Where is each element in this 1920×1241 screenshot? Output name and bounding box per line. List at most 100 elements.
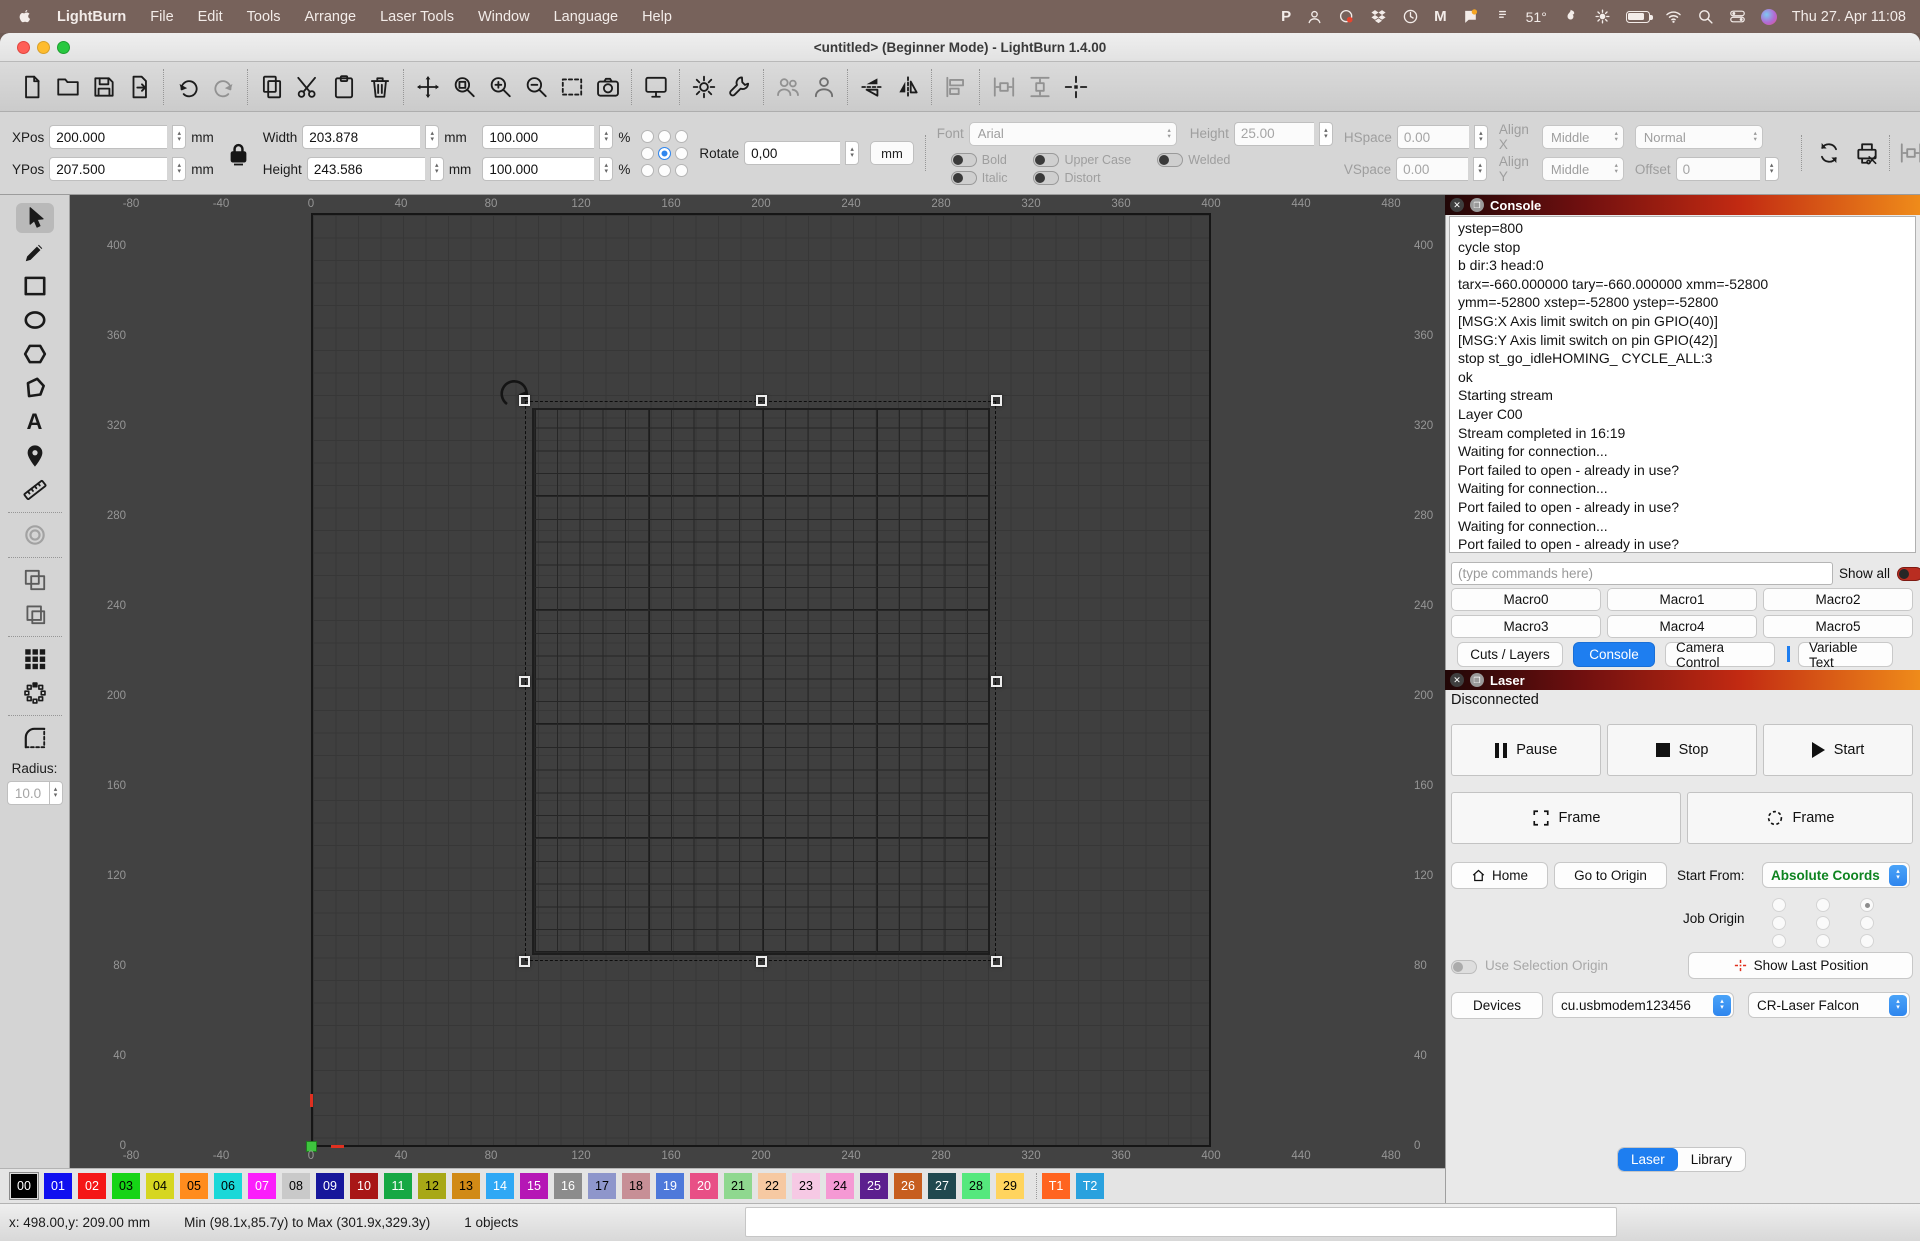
- palette-swatch-11[interactable]: 11: [384, 1173, 412, 1199]
- redo-icon[interactable]: [207, 70, 240, 103]
- palette-swatch-29[interactable]: 29: [996, 1173, 1024, 1199]
- palette-swatch-12[interactable]: 12: [418, 1173, 446, 1199]
- apple-menu-icon[interactable]: [16, 8, 33, 25]
- palette-swatch-19[interactable]: 19: [656, 1173, 684, 1199]
- palette-swatch-t2[interactable]: T2: [1076, 1173, 1104, 1199]
- stepper-icon[interactable]: [1318, 121, 1333, 146]
- tab-laser[interactable]: Laser: [1618, 1148, 1678, 1171]
- menu-item-help[interactable]: Help: [642, 9, 672, 25]
- battery-icon[interactable]: [1625, 10, 1653, 23]
- stepper-icon[interactable]: [429, 157, 444, 181]
- notification-icon[interactable]: [1462, 8, 1479, 25]
- pan-icon[interactable]: [411, 70, 444, 103]
- palette-swatch-25[interactable]: 25: [860, 1173, 888, 1199]
- palette-swatch-09[interactable]: 09: [316, 1173, 344, 1199]
- palette-swatch-13[interactable]: 13: [452, 1173, 480, 1199]
- go-to-origin-button[interactable]: Go to Origin: [1554, 862, 1667, 889]
- selection-handle[interactable]: [519, 956, 530, 967]
- stepper-icon[interactable]: [172, 125, 187, 149]
- menu-item-arrange[interactable]: Arrange: [305, 9, 357, 25]
- palette-swatch-10[interactable]: 10: [350, 1173, 378, 1199]
- palette-swatch-21[interactable]: 21: [724, 1173, 752, 1199]
- palette-swatch-01[interactable]: 01: [44, 1173, 72, 1199]
- align-y-select[interactable]: Middle: [1541, 157, 1624, 181]
- copy-icon[interactable]: [255, 70, 288, 103]
- palette-swatch-03[interactable]: 03: [112, 1173, 140, 1199]
- palette-swatch-23[interactable]: 23: [792, 1173, 820, 1199]
- align-x-select[interactable]: Middle: [1542, 125, 1624, 149]
- macro-button-macro4[interactable]: Macro4: [1607, 615, 1757, 638]
- save-icon[interactable]: [87, 70, 120, 103]
- palette-swatch-t1[interactable]: T1: [1042, 1173, 1070, 1199]
- stepper-icon[interactable]: [425, 125, 440, 149]
- palette-swatch-28[interactable]: 28: [962, 1173, 990, 1199]
- selection-frame[interactable]: [500, 380, 1002, 967]
- settings-icon[interactable]: [687, 70, 720, 103]
- float-dock-icon[interactable]: ❐: [1470, 673, 1484, 687]
- delete-icon[interactable]: [363, 70, 396, 103]
- close-dock-icon[interactable]: ✕: [1450, 673, 1464, 687]
- dropbox-icon[interactable]: [1370, 8, 1387, 25]
- palette-swatch-02[interactable]: 02: [78, 1173, 106, 1199]
- tab-library[interactable]: Library: [1678, 1148, 1745, 1171]
- selection-handle[interactable]: [755, 956, 767, 967]
- macro-button-macro3[interactable]: Macro3: [1451, 615, 1601, 638]
- font-height-input[interactable]: [1233, 121, 1314, 146]
- palette-swatch-17[interactable]: 17: [588, 1173, 616, 1199]
- move-to-position-icon[interactable]: [1059, 70, 1092, 103]
- stop-button[interactable]: Stop: [1607, 724, 1757, 776]
- new-file-icon[interactable]: [15, 70, 48, 103]
- text-style-select[interactable]: Normal: [1634, 125, 1763, 149]
- camera-capture-icon[interactable]: [591, 70, 624, 103]
- radius-input[interactable]: [6, 781, 49, 805]
- stepper-icon[interactable]: [1473, 157, 1488, 181]
- palette-swatch-15[interactable]: 15: [520, 1173, 548, 1199]
- tab-camera-control[interactable]: Camera Control: [1665, 640, 1775, 670]
- zoom-in-icon[interactable]: [483, 70, 516, 103]
- pause-button[interactable]: Pause: [1451, 724, 1601, 776]
- palette-swatch-07[interactable]: 07: [248, 1173, 276, 1199]
- welded-toggle[interactable]: [1157, 153, 1184, 167]
- sync-icon[interactable]: [1813, 137, 1846, 170]
- pastebin-icon[interactable]: P: [1281, 8, 1291, 25]
- job-origin-radio[interactable]: [1860, 934, 1874, 948]
- tab-cuts-layers[interactable]: Cuts / Layers: [1457, 642, 1563, 667]
- wifi-icon[interactable]: [1665, 8, 1682, 25]
- stepper-icon[interactable]: [1764, 157, 1779, 181]
- ypos-input[interactable]: [49, 157, 168, 181]
- menu-item-tools[interactable]: Tools: [247, 9, 281, 25]
- siri-icon[interactable]: [1760, 8, 1777, 25]
- vspace-input[interactable]: [1396, 157, 1469, 181]
- start-button[interactable]: Start: [1763, 724, 1913, 776]
- zoom-to-page-icon[interactable]: [447, 70, 480, 103]
- thermometer-icon[interactable]: [1494, 8, 1511, 25]
- zoom-out-icon[interactable]: [519, 70, 552, 103]
- tab-console[interactable]: Console: [1573, 642, 1655, 667]
- palette-swatch-16[interactable]: 16: [554, 1173, 582, 1199]
- edit-text-tool-icon[interactable]: A: [16, 407, 54, 437]
- search-icon[interactable]: [1697, 8, 1714, 25]
- console-command-input[interactable]: [1451, 562, 1833, 585]
- palette-swatch-14[interactable]: 14: [486, 1173, 514, 1199]
- open-file-icon[interactable]: [51, 70, 84, 103]
- group-icon[interactable]: [771, 70, 804, 103]
- measure-tool-icon[interactable]: [16, 475, 54, 505]
- selection-handle[interactable]: [991, 956, 1002, 967]
- job-origin-radio[interactable]: [1816, 934, 1830, 948]
- clock-icon[interactable]: [1402, 8, 1419, 25]
- devices-button[interactable]: Devices: [1451, 992, 1543, 1019]
- bold-toggle[interactable]: [950, 153, 977, 167]
- use-selection-origin-toggle[interactable]: [1451, 960, 1477, 974]
- distribute-horizontal-icon[interactable]: [987, 70, 1020, 103]
- stepper-icon[interactable]: [172, 157, 187, 181]
- stepper-icon[interactable]: [48, 781, 63, 805]
- palette-swatch-06[interactable]: 06: [214, 1173, 242, 1199]
- user-status-icon[interactable]: [1306, 8, 1323, 25]
- console-log[interactable]: ystep=800 cycle stop b dir:3 head:0 tarx=-6…: [1449, 216, 1916, 553]
- show-all-toggle[interactable]: [1897, 567, 1920, 581]
- select-tool-icon[interactable]: [15, 203, 54, 233]
- align-icon[interactable]: [939, 70, 972, 103]
- anchor-point-selector[interactable]: [641, 129, 689, 177]
- palette-swatch-00[interactable]: 00: [10, 1173, 38, 1199]
- job-origin-radio[interactable]: [1772, 934, 1786, 948]
